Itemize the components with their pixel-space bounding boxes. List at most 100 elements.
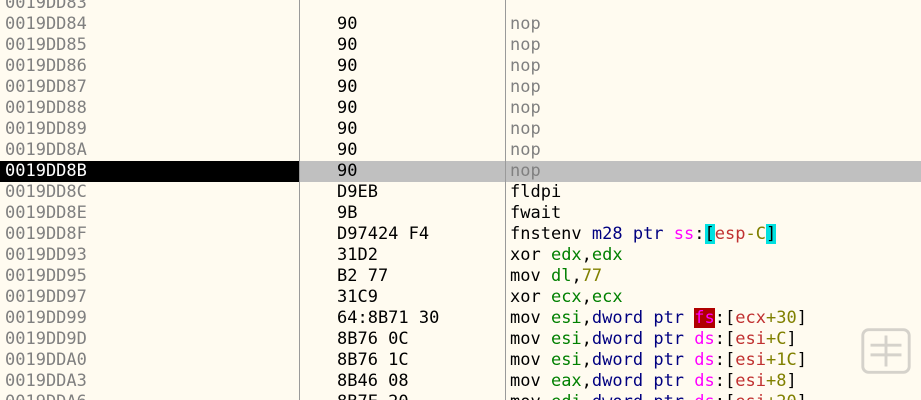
asm-token: esi <box>735 392 766 400</box>
asm-token: esp <box>714 224 746 244</box>
address-cell[interactable]: 0019DD97 <box>5 287 87 308</box>
instruction-row-current[interactable]: 0019DD8B 90 nop <box>0 161 921 182</box>
disassembly-cell[interactable]: nop <box>510 35 541 56</box>
asm-token: [ <box>725 371 736 391</box>
instruction-row[interactable]: 0019DD8C D9EB fldpi <box>0 182 921 203</box>
disassembly-cell[interactable]: nop <box>510 119 541 140</box>
address-cell[interactable]: 0019DD95 <box>5 266 87 287</box>
instruction-row[interactable]: 0019DDA0 8B76 1C mov esi,dword ptr ds:[esi… <box>0 350 921 371</box>
instruction-row[interactable]: 0019DD8E 9B fwait <box>0 203 921 224</box>
asm-token: nop <box>510 35 541 55</box>
asm-token: +8 <box>765 371 787 391</box>
address-cell[interactable]: 0019DD88 <box>5 98 87 119</box>
instruction-row[interactable]: 0019DDA6 8B7E 20 mov edi,dword ptr ds:[esi… <box>0 392 921 400</box>
opcode-bytes-cell[interactable]: 90 <box>337 14 357 35</box>
address-cell[interactable]: 0019DDA3 <box>5 371 87 392</box>
asm-token: fwait <box>510 203 562 223</box>
opcode-bytes-cell[interactable]: D9EB <box>337 182 378 203</box>
address-cell[interactable]: 0019DD9D <box>5 329 87 350</box>
column-divider-address[interactable] <box>299 0 300 400</box>
instruction-row[interactable]: 0019DD9D 8B76 0C mov esi,dword ptr ds:[esi… <box>0 329 921 350</box>
address-cell[interactable]: 0019DD99 <box>5 308 87 329</box>
opcode-bytes-cell[interactable]: 8B76 1C <box>337 350 409 371</box>
address-cell[interactable]: 0019DD93 <box>5 245 87 266</box>
opcode-bytes-cell[interactable]: 90 <box>337 56 357 77</box>
address-cell[interactable]: 0019DD8C <box>5 182 87 203</box>
address-cell[interactable]: 0019DD8B <box>5 161 87 182</box>
address-cell[interactable]: 0019DDA6 <box>5 392 87 400</box>
opcode-bytes-cell[interactable]: 8B76 0C <box>337 329 409 350</box>
asm-token: mov <box>510 350 551 370</box>
disassembly-cell[interactable]: mov esi,dword ptr ds:[esi+C] <box>510 329 797 350</box>
instruction-row[interactable]: 0019DD8A 90 nop <box>0 140 921 161</box>
instruction-row[interactable]: 0019DD83 <box>0 0 921 14</box>
opcode-bytes-cell[interactable]: 9B <box>337 203 357 224</box>
disassembly-cell[interactable]: nop <box>510 161 541 182</box>
disassembly-cell[interactable]: mov esi,dword ptr fs:[ecx+30] <box>510 308 807 329</box>
asm-token: [ <box>725 392 735 400</box>
asm-token: ] <box>786 371 797 391</box>
opcode-bytes-cell[interactable]: 31D2 <box>337 245 378 266</box>
opcode-bytes-cell[interactable]: 90 <box>337 35 357 56</box>
address-cell[interactable]: 0019DD84 <box>5 14 87 35</box>
disassembly-cell[interactable]: nop <box>510 77 541 98</box>
opcode-bytes-cell[interactable]: 90 <box>337 98 357 119</box>
opcode-bytes-cell[interactable]: 64:8B71 30 <box>337 308 439 329</box>
opcode-bytes-cell[interactable]: 8B7E 20 <box>337 392 409 400</box>
instruction-row[interactable]: 0019DD86 90 nop <box>0 56 921 77</box>
instruction-row[interactable]: 0019DD8F D97424 F4 fnstenv m28 ptr ss:[esp… <box>0 224 921 245</box>
asm-token: fs <box>694 308 715 328</box>
disassembly-cell[interactable]: nop <box>510 56 541 77</box>
disassembly-cell[interactable]: fnstenv m28 ptr ss:[esp-C] <box>510 224 777 245</box>
instruction-row[interactable]: 0019DD99 64:8B71 30 mov esi,dword ptr fs:[… <box>0 308 921 329</box>
opcode-bytes-cell[interactable]: D97424 F4 <box>337 224 429 245</box>
address-cell[interactable]: 0019DD86 <box>5 56 87 77</box>
asm-token: +30 <box>765 308 797 328</box>
instruction-row[interactable]: 0019DD85 90 nop <box>0 35 921 56</box>
address-cell[interactable]: 0019DD8E <box>5 203 87 224</box>
address-cell[interactable]: 0019DD83 <box>5 0 87 14</box>
asm-token: , <box>581 287 592 307</box>
address-cell[interactable]: 0019DDA0 <box>5 350 87 371</box>
instruction-row[interactable]: 0019DD97 31C9 xor ecx,ecx <box>0 287 921 308</box>
instruction-row[interactable]: 0019DD87 90 nop <box>0 77 921 98</box>
address-cell[interactable]: 0019DD85 <box>5 35 87 56</box>
instruction-row[interactable]: 0019DD89 90 nop <box>0 119 921 140</box>
disassembly-cell[interactable]: fwait <box>510 203 561 224</box>
disassembly-cell[interactable]: nop <box>510 14 541 35</box>
opcode-bytes-cell[interactable]: 90 <box>337 140 357 161</box>
address-cell[interactable]: 0019DD89 <box>5 119 87 140</box>
opcode-bytes-cell[interactable]: B2 77 <box>337 266 388 287</box>
disassembly-cell[interactable]: fldpi <box>510 182 561 203</box>
column-divider-bytes[interactable] <box>505 0 506 400</box>
opcode-bytes-cell[interactable]: 90 <box>337 119 357 140</box>
instruction-row[interactable]: 0019DD93 31D2 xor edx,edx <box>0 245 921 266</box>
instruction-row[interactable]: 0019DD95 B2 77 mov dl,77 <box>0 266 921 287</box>
disassembly-view[interactable]: 0019DD83 0019DD84 90 nop 0019DD85 90 nop 0019DD… <box>0 0 921 400</box>
instruction-row[interactable]: 0019DD88 90 nop <box>0 98 921 119</box>
asm-token: nop <box>510 161 541 181</box>
opcode-bytes-cell[interactable]: 90 <box>337 77 357 98</box>
asm-token: : <box>714 350 726 370</box>
disassembly-cell[interactable]: xor edx,edx <box>510 245 623 266</box>
address-cell[interactable]: 0019DD8F <box>5 224 87 245</box>
asm-token: : <box>714 308 726 328</box>
instruction-row[interactable]: 0019DDA3 8B46 08 mov eax,dword ptr ds:[esi… <box>0 371 921 392</box>
disassembly-cell[interactable]: mov esi,dword ptr ds:[esi+1C] <box>510 350 807 371</box>
address-cell[interactable]: 0019DD87 <box>5 77 87 98</box>
asm-token: xor <box>510 287 551 307</box>
disassembly-cell[interactable]: nop <box>510 98 541 119</box>
asm-token: fldpi <box>510 182 562 202</box>
disassembly-cell[interactable]: mov dl,77 <box>510 266 602 287</box>
disassembly-cell[interactable]: mov eax,dword ptr ds:[esi+8] <box>510 371 797 392</box>
disassembly-cell[interactable]: mov edi,dword ptr ds:[esi+20] <box>510 392 807 400</box>
opcode-bytes-cell[interactable]: 31C9 <box>337 287 378 308</box>
opcode-bytes-cell[interactable]: 90 <box>337 161 357 182</box>
disassembly-cell[interactable]: xor ecx,ecx <box>510 287 623 308</box>
instruction-row[interactable]: 0019DD84 90 nop <box>0 14 921 35</box>
disassembly-cell[interactable]: nop <box>510 140 541 161</box>
address-cell[interactable]: 0019DD8A <box>5 140 87 161</box>
asm-token: , <box>581 371 592 391</box>
asm-token: esi <box>735 371 766 391</box>
opcode-bytes-cell[interactable]: 8B46 08 <box>337 371 409 392</box>
